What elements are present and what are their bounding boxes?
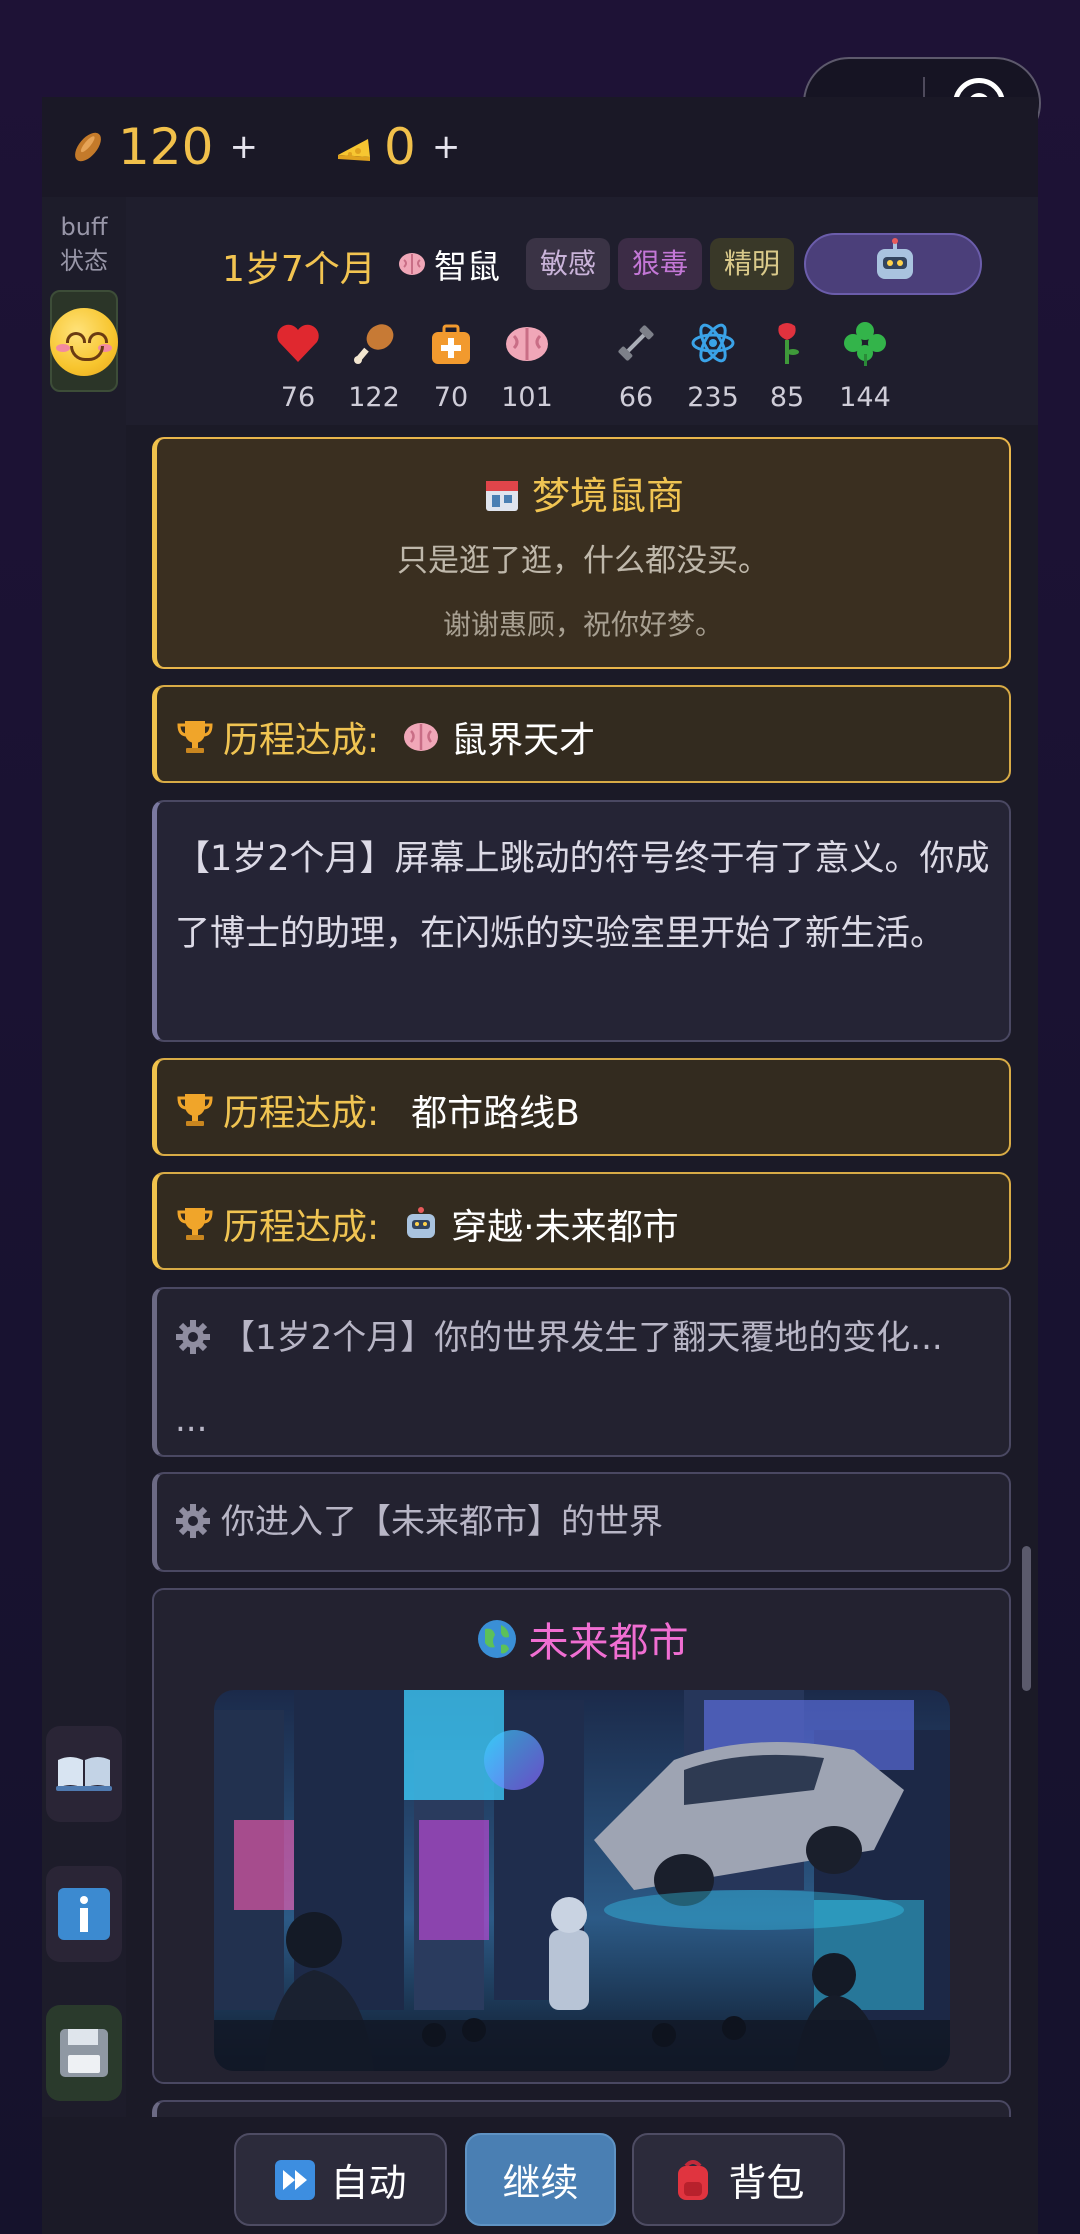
book-icon [56,1757,112,1791]
smiling-face-icon [50,308,118,376]
achievement-name: 鼠界天才 [451,720,596,761]
seed-icon [75,132,101,162]
gear-icon [176,1320,210,1354]
auto-play-button[interactable]: 自动 [234,2133,447,2226]
save-button[interactable] [46,2005,122,2101]
stat-value: 144 [839,382,891,413]
backpack-icon [678,2159,709,2200]
future-city-illustration [214,1690,950,2071]
story-card: 【1岁2个月】屏幕上跳动的符号终于有了意义。你成了博士的助理，在闪烁的实验室里开… [152,800,1011,1042]
journal-button[interactable] [46,1726,122,1822]
buff-status-label: buff 状态 [60,213,108,275]
currency-bar: 120 + 0 + [42,97,1038,197]
stat-luck: 144 [830,318,900,413]
brain-icon [506,327,548,361]
achievement-label: 历程达成: [223,720,380,761]
continue-button[interactable]: 继续 [465,2133,616,2226]
buff-status-slot[interactable] [50,290,118,392]
trait-tag: 狠毒 [618,238,703,290]
stat-value: 70 [433,382,469,413]
atom-icon [691,323,735,363]
stat-charm: 85 [752,318,822,413]
system-message-card: 你进入了【未来都市】的世界 [152,1472,1011,1572]
shop-line-1: 只是逛了逛，什么都没买。 [397,543,769,579]
sidebar [42,197,126,2117]
add-seed-button[interactable]: + [229,127,258,167]
dumbbell-icon [618,325,654,361]
dream-shop-card: 梦境鼠商 只是逛了逛，什么都没买。 谢谢惠顾，祝你好梦。 [152,437,1011,669]
medkit-icon [432,324,470,364]
achievement-label: 历程达成: [223,1207,380,1248]
heart-icon [277,324,319,362]
system-message-card: 【1岁2个月】你的世界发生了翻天覆地的变化... ... [152,1287,1011,1457]
achievement-name: 都市路线B [411,1093,580,1134]
system-message-text: 你进入了【未来都市】的世界 [221,1502,663,1542]
stat-value: 66 [618,382,654,413]
backpack-label: 背包 [728,2161,805,2205]
robot-icon [877,238,913,279]
stat-food: 122 [339,318,409,413]
trait-tag: 敏感 [526,238,611,290]
stat-medical: 70 [416,318,486,413]
globe-icon [477,1620,516,1658]
stat-health: 76 [263,318,333,413]
save-disk-icon [60,2029,108,2077]
stat-value: 85 [769,382,805,413]
story-text: 【1岁2个月】屏幕上跳动的符号终于有了意义。你成了博士的助理，在闪烁的实验室里开… [175,839,990,954]
trophy-icon [177,721,213,753]
stat-value: 101 [501,382,553,413]
feed-scrollbar[interactable] [1022,1546,1031,1691]
brain-icon [404,723,439,751]
shop-title: 梦境鼠商 [157,465,1009,520]
trophy-icon [177,1094,213,1126]
cheese-count: 0 [384,118,416,176]
fast-forward-icon [275,2159,316,2200]
robot-icon [407,1207,436,1238]
rank-text: 智鼠 [434,247,500,286]
stat-value: 76 [280,382,316,413]
world-card: 未来都市 [152,1588,1011,2084]
cheese-icon [338,139,370,161]
cheese-currency[interactable]: 0 + [334,114,460,180]
trophy-icon [177,1208,213,1240]
auto-play-label: 自动 [330,2161,407,2205]
add-cheese-button[interactable]: + [432,127,461,167]
stat-value: 122 [348,382,400,413]
system-message-continuation: ... [175,1400,208,1440]
stat-strength: 66 [601,318,671,413]
stat-value: 235 [687,382,739,413]
info-icon [58,1888,110,1940]
shop-line-2: 谢谢惠顾，祝你好梦。 [442,608,723,641]
age-label: 1岁7个月 [222,249,376,290]
avatar-button[interactable] [804,233,982,295]
achievement-card: 历程达成: 鼠界天才 [152,685,1011,783]
convenience-store-icon [485,481,518,511]
info-button[interactable] [46,1866,122,1962]
clover-icon [844,322,886,366]
achievement-label: 历程达成: [223,1093,380,1134]
drumstick-icon [354,324,394,364]
achievement-card: 历程达成: 穿越·未来都市 [152,1172,1011,1270]
backpack-button[interactable]: 背包 [632,2133,845,2226]
rank-label: 智鼠 [396,240,500,288]
seed-count: 120 [118,118,214,176]
shop-title-text: 梦境鼠商 [531,474,684,518]
gear-icon [176,1504,210,1538]
achievement-card: 历程达成: 都市路线B [152,1058,1011,1156]
achievement-name: 穿越·未来都市 [451,1207,679,1248]
stat-intelligence: 101 [492,318,562,413]
rose-icon [778,323,799,364]
seed-currency[interactable]: 120 + [68,114,258,180]
world-title-text: 未来都市 [528,1620,689,1666]
world-title: 未来都市 [154,1610,1009,1668]
trait-tag: 精明 [710,238,795,290]
system-message-text: 【1岁2个月】你的世界发生了翻天覆地的变化... [221,1318,943,1358]
stat-science: 235 [678,318,748,413]
brain-icon [399,253,425,275]
